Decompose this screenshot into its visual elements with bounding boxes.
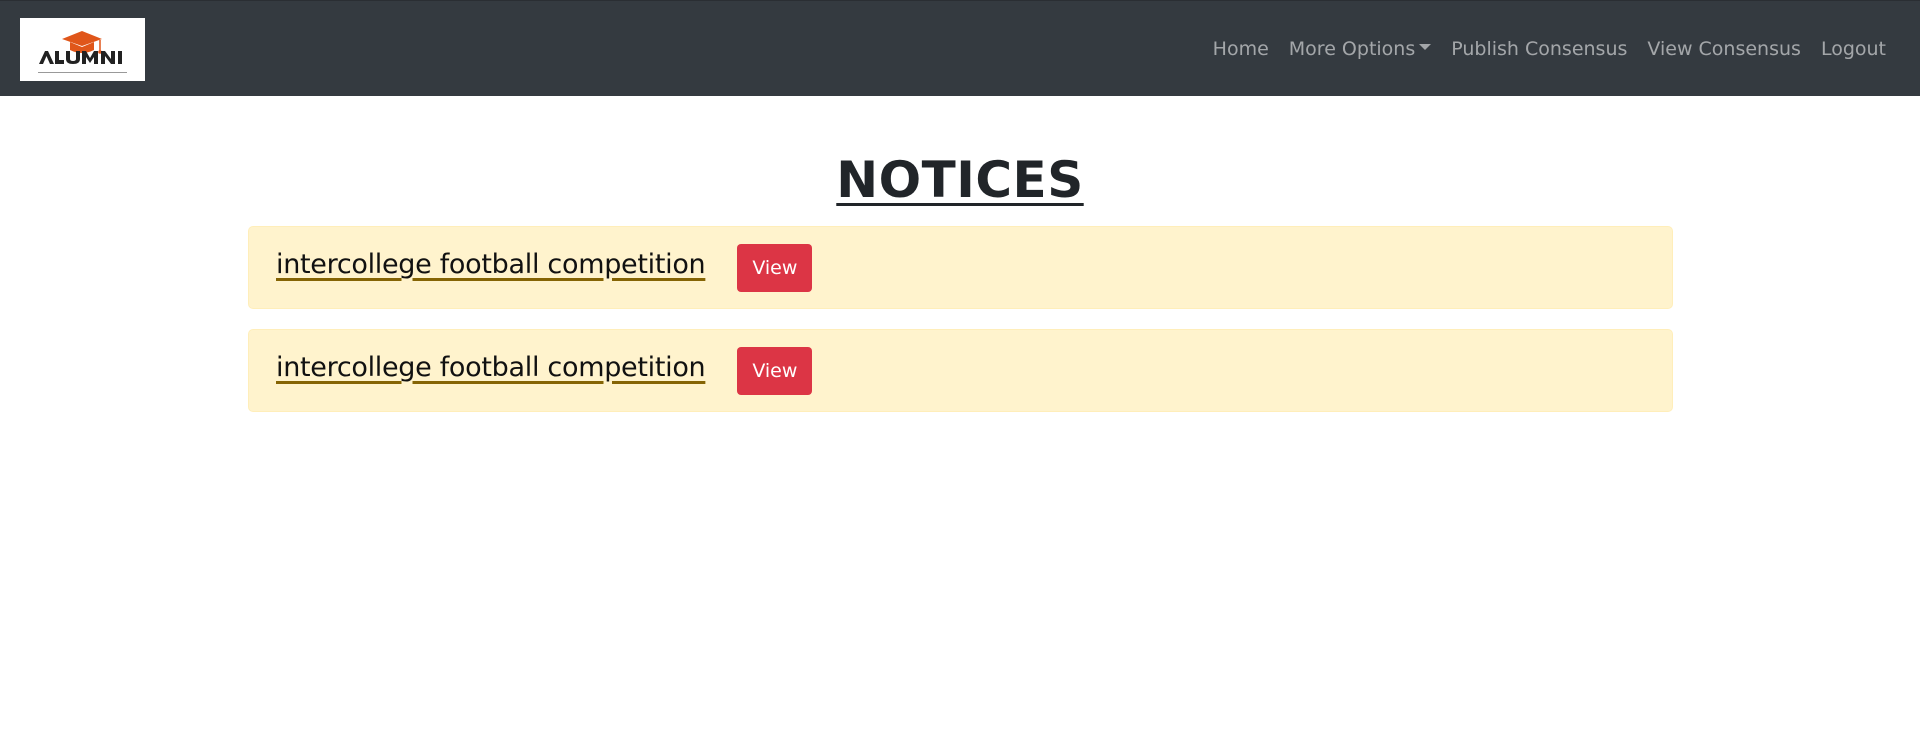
page-title: NOTICES <box>836 151 1084 209</box>
alumni-logo[interactable] <box>20 18 145 81</box>
notice-title: intercollege football competition <box>276 249 706 280</box>
nav-home-link[interactable]: Home <box>1203 38 1279 60</box>
notice-card: intercollege football competition View <box>248 226 1673 309</box>
nav-links: Home More Options Publish Consensus View… <box>1203 1 1896 97</box>
chevron-down-icon <box>1419 44 1432 50</box>
nav-view-consensus-link[interactable]: View Consensus <box>1637 38 1811 60</box>
notice-title: intercollege football competition <box>276 352 706 383</box>
view-notice-button[interactable]: View <box>737 243 813 292</box>
nav-more-options-label: More Options <box>1288 38 1416 60</box>
view-notice-button[interactable]: View <box>737 346 813 395</box>
nav-more-options-dropdown[interactable]: More Options <box>1279 38 1441 60</box>
nav-publish-consensus-link[interactable]: Publish Consensus <box>1441 38 1637 60</box>
nav-logout-link[interactable]: Logout <box>1811 38 1896 60</box>
notice-card: intercollege football competition View <box>248 329 1673 412</box>
top-navbar: Home More Options Publish Consensus View… <box>0 0 1920 96</box>
